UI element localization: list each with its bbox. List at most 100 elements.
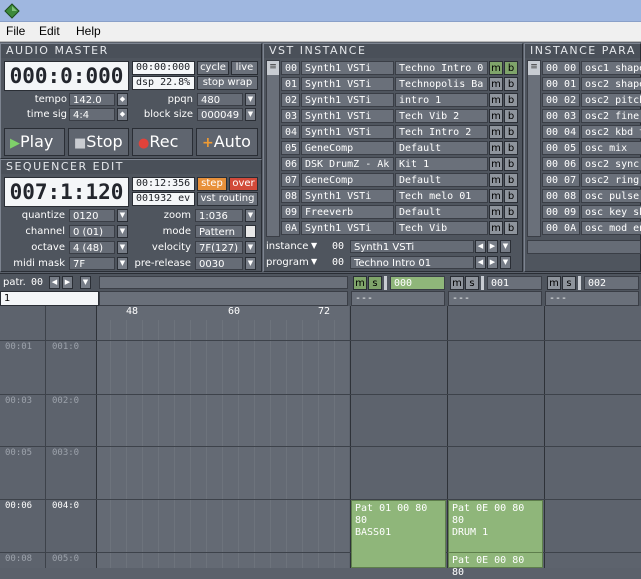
velocity-field[interactable]: 7F(127) [195,241,243,254]
pattern-block[interactable]: Pat 01 00 80 80 BASS01 [351,500,446,568]
auto-button[interactable]: +Auto [196,128,258,156]
bypass-button[interactable]: b [504,189,518,203]
track-label[interactable]: 002 [584,276,639,290]
vst-instance-row[interactable]: 00 Synth1 VSTi Techno Intro 0mb [281,60,539,76]
stop-button[interactable]: ■Stop [68,128,129,156]
vst-instance-row[interactable]: 07 GeneComp Default m b [281,172,539,188]
pattern-block[interactable]: Pat 0E 00 80 80 [448,552,543,578]
pre-release-field[interactable]: 0030 [195,257,243,270]
instance-list-dropdown-icon[interactable]: ▼ [500,240,511,253]
vst-instance-row[interactable]: 04 Synth1 VSTi Tech Intro 2mb [281,124,539,140]
param-row[interactable]: 00 06 osc2 sync [542,156,641,172]
bypass-button[interactable]: b [504,157,518,171]
program-next-icon[interactable]: ▶ [487,256,498,269]
program-dropdown-icon[interactable]: ▼ [311,257,317,266]
param-row[interactable]: 00 02 osc2 pitch [542,92,641,108]
vst-list-scrollbar[interactable]: ≡ [266,60,280,237]
bypass-button[interactable]: b [504,205,518,219]
param-row[interactable]: 00 04 osc2 kbd t [542,124,641,140]
octave-dropdown-icon[interactable]: ▼ [117,241,128,254]
mode-field[interactable]: Pattern [195,225,243,238]
record-button[interactable]: ●Rec [132,128,193,156]
program-name-field[interactable]: Techno Intro 01 [350,256,474,269]
pattern-row-field[interactable]: 1 [0,291,99,306]
track-solo-button[interactable]: s [465,276,479,290]
params-menu-icon[interactable]: ≡ [528,61,540,75]
bypass-button[interactable]: b [504,221,518,235]
program-list-dropdown-icon[interactable]: ▼ [500,256,511,269]
cycle-button[interactable]: cycle [197,61,229,75]
quantize-field[interactable]: 0120 [69,209,115,222]
timesig-field[interactable]: 4:4 [69,108,115,121]
midi-mask-field[interactable]: 7F [69,257,115,270]
menu-help[interactable]: Help [76,24,101,38]
bypass-button[interactable]: b [504,125,518,139]
channel-field[interactable]: 0 (01) [69,225,115,238]
mode-checkbox[interactable] [245,225,256,238]
tempo-field[interactable]: 142.0 [69,93,115,106]
vst-instance-row[interactable]: 0A Synth1 VSTi Tech Vib m b [281,220,539,236]
track-grip[interactable] [481,276,484,290]
ppqn-field[interactable]: 480 [197,93,243,106]
vst-instance-row[interactable]: 03 Synth1 VSTi Tech Vib 2mb [281,108,539,124]
tempo-spinner-icon[interactable]: ◆ [117,93,128,106]
mute-button[interactable]: m [489,189,503,203]
track-mute-button[interactable]: m [450,276,464,290]
mute-button[interactable]: m [489,141,503,155]
track-mute-button[interactable]: m [547,276,561,290]
quantize-dropdown-icon[interactable]: ▼ [117,209,128,222]
param-row[interactable]: 00 00 osc1 shape [542,60,641,76]
instance-name-field[interactable]: Synth1 VSTi [350,240,474,253]
patr-dropdown-icon[interactable]: ▼ [80,276,91,289]
pre-release-dropdown-icon[interactable]: ▼ [245,257,256,270]
velocity-dropdown-icon[interactable]: ▼ [245,241,256,254]
mute-button[interactable]: m [489,109,503,123]
channel-dropdown-icon[interactable]: ▼ [117,225,128,238]
instance-next-icon[interactable]: ▶ [487,240,498,253]
vst-routing-button[interactable]: vst routing [197,192,258,206]
param-row[interactable]: 00 03 osc2 fine [542,108,641,124]
param-row[interactable]: 00 07 osc2 ring [542,172,641,188]
track-grip[interactable] [384,276,387,290]
step-button[interactable]: step [197,177,227,191]
bypass-button[interactable]: b [504,141,518,155]
stop-wrap-button[interactable]: stop wrap [197,76,258,90]
params-scrollbar[interactable]: ≡ [527,60,541,237]
param-row[interactable]: 00 0A osc mod en [542,220,641,236]
param-row[interactable]: 00 09 osc key sh [542,204,641,220]
mute-button[interactable]: m [489,221,503,235]
play-button[interactable]: ▶Play [4,128,65,156]
bypass-button[interactable]: b [504,93,518,107]
pattern-name-field[interactable] [99,276,348,289]
vst-instance-row[interactable]: 08 Synth1 VSTi Tech melo 01 m b [281,188,539,204]
param-value-slider[interactable] [527,240,641,254]
track-mute-button[interactable]: m [353,276,367,290]
param-row[interactable]: 00 08 osc pulse [542,188,641,204]
bypass-button[interactable]: b [504,173,518,187]
track-solo-button[interactable]: s [562,276,576,290]
instance-prev-icon[interactable]: ◀ [475,240,486,253]
mute-button[interactable]: m [489,173,503,187]
mute-button[interactable]: m [489,61,503,75]
blocksize-field[interactable]: 000049 [197,108,243,121]
vst-instance-row[interactable]: 09 Freeverb Default m b [281,204,539,220]
bypass-button[interactable]: b [504,77,518,91]
bypass-button[interactable]: b [504,61,518,75]
track-grip[interactable] [578,276,581,290]
mute-button[interactable]: m [489,205,503,219]
ppqn-dropdown-icon[interactable]: ▼ [245,93,256,106]
octave-field[interactable]: 4 (48) [69,241,115,254]
param-row[interactable]: 00 05 osc mix [542,140,641,156]
program-prev-icon[interactable]: ◀ [475,256,486,269]
patr-next-icon[interactable]: ▶ [62,276,73,289]
instance-dropdown-icon[interactable]: ▼ [311,241,317,250]
track-solo-button[interactable]: s [368,276,382,290]
vst-instance-row[interactable]: 06 DSK DrumZ - Ak Kit 1mb [281,156,539,172]
bypass-button[interactable]: b [504,109,518,123]
menu-file[interactable]: File [6,24,25,38]
zoom-dropdown-icon[interactable]: ▼ [245,209,256,222]
zoom-field[interactable]: 1:036 [195,209,243,222]
timesig-spinner-icon[interactable]: ◆ [117,108,128,121]
mute-button[interactable]: m [489,125,503,139]
mute-button[interactable]: m [489,77,503,91]
